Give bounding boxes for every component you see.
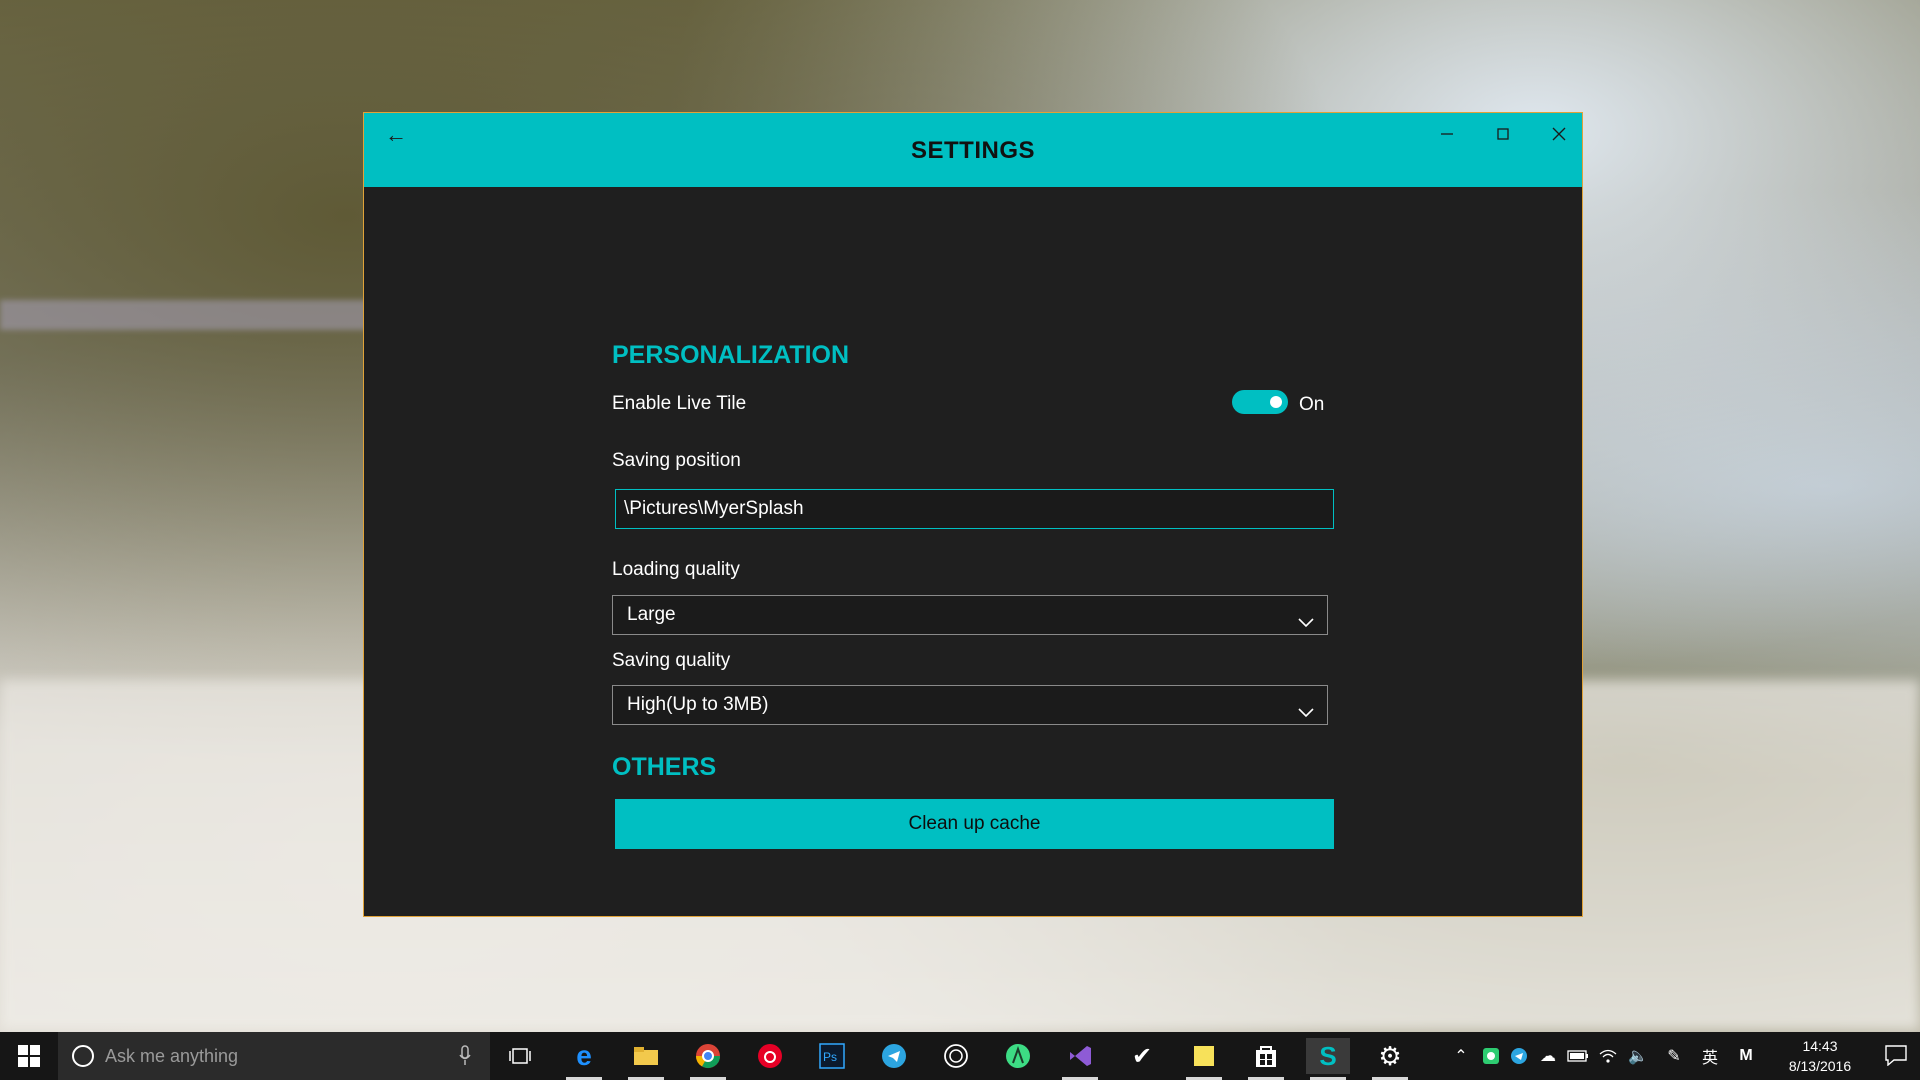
clock[interactable]: 14:43 8/13/2016	[1780, 1036, 1860, 1076]
clock-date: 8/13/2016	[1788, 1058, 1852, 1074]
start-button[interactable]	[0, 1032, 58, 1080]
netease-music-icon[interactable]	[748, 1038, 792, 1074]
saving-quality-value: High(Up to 3MB)	[627, 694, 769, 715]
chevron-down-icon	[1297, 696, 1315, 718]
settings-gear-icon[interactable]: ⚙	[1368, 1038, 1412, 1080]
telegram-tray-icon[interactable]	[1508, 1042, 1530, 1070]
chevron-down-icon	[1297, 606, 1315, 628]
tray-overflow-chevron-icon[interactable]: ⌃	[1450, 1042, 1472, 1070]
pen-workspace-icon[interactable]: ✎	[1662, 1042, 1686, 1070]
saving-quality-label: Saving quality	[612, 650, 731, 671]
loading-quality-value: Large	[627, 604, 676, 625]
close-button[interactable]	[1536, 119, 1582, 149]
volume-icon[interactable]: 🔈	[1626, 1042, 1650, 1070]
maximize-icon	[1497, 128, 1509, 140]
loading-quality-label: Loading quality	[612, 559, 740, 580]
live-tile-state: On	[1299, 394, 1325, 415]
todo-check-icon[interactable]: ✔	[1120, 1038, 1164, 1074]
file-explorer-icon[interactable]	[624, 1038, 668, 1080]
personalization-heading: PERSONALIZATION	[612, 341, 850, 369]
windows-logo-icon	[18, 1045, 40, 1067]
loading-quality-dropdown[interactable]: Large	[612, 595, 1328, 635]
photoshop-icon[interactable]: Ps	[810, 1038, 854, 1074]
saving-position-field[interactable]: \Pictures\MyerSplash	[615, 489, 1334, 529]
minimize-button[interactable]	[1424, 119, 1470, 149]
wordpress-icon[interactable]	[934, 1038, 978, 1074]
maximize-button[interactable]	[1480, 119, 1526, 149]
title-bar: ← SETTINGS	[364, 113, 1582, 187]
store-icon[interactable]	[1244, 1038, 1288, 1080]
saving-position-label: Saving position	[612, 450, 741, 471]
chrome-icon[interactable]	[686, 1038, 730, 1080]
visual-studio-icon[interactable]	[1058, 1038, 1102, 1080]
tray-app-icon[interactable]	[1480, 1042, 1502, 1070]
microphone-icon[interactable]	[458, 1044, 472, 1068]
task-view-icon[interactable]	[498, 1038, 542, 1074]
cortana-search-box[interactable]: Ask me anything	[58, 1032, 490, 1080]
settings-window: ← SETTINGS PERSONALIZATION Enable Live T…	[363, 112, 1583, 917]
background-stripe	[0, 300, 370, 330]
cortana-icon	[72, 1045, 94, 1067]
page-title: SETTINGS	[910, 137, 1035, 164]
myersplash-icon[interactable]: S	[1306, 1038, 1350, 1080]
close-icon	[1552, 127, 1566, 141]
saving-quality-dropdown[interactable]: High(Up to 3MB)	[612, 685, 1328, 725]
toggle-knob	[1270, 396, 1282, 408]
live-tile-toggle[interactable]	[1232, 390, 1288, 414]
taskbar: Ask me anything e Ps ✔ S ⚙ ⌃ ☁ 🔈 ✎ 英 M 1…	[0, 1032, 1920, 1080]
others-heading: OTHERS	[612, 753, 717, 781]
sticky-notes-icon[interactable]	[1182, 1038, 1226, 1080]
android-studio-icon[interactable]	[996, 1038, 1040, 1074]
ime-mode-indicator[interactable]: M	[1734, 1042, 1758, 1070]
minimize-icon	[1441, 133, 1453, 135]
svg-text:Ps: Ps	[823, 1050, 837, 1064]
wifi-icon[interactable]	[1596, 1042, 1620, 1070]
live-tile-label: Enable Live Tile	[612, 393, 747, 414]
action-center-icon[interactable]	[1884, 1044, 1908, 1066]
telegram-icon[interactable]	[872, 1038, 916, 1074]
ime-language-indicator[interactable]: 英	[1698, 1042, 1722, 1070]
clock-time: 14:43	[1802, 1038, 1838, 1054]
battery-icon[interactable]	[1566, 1042, 1590, 1070]
search-placeholder: Ask me anything	[105, 1046, 239, 1066]
clean-up-cache-button[interactable]: Clean up cache	[615, 799, 1334, 849]
edge-icon[interactable]: e	[562, 1038, 606, 1080]
onedrive-cloud-icon[interactable]: ☁	[1536, 1042, 1560, 1070]
